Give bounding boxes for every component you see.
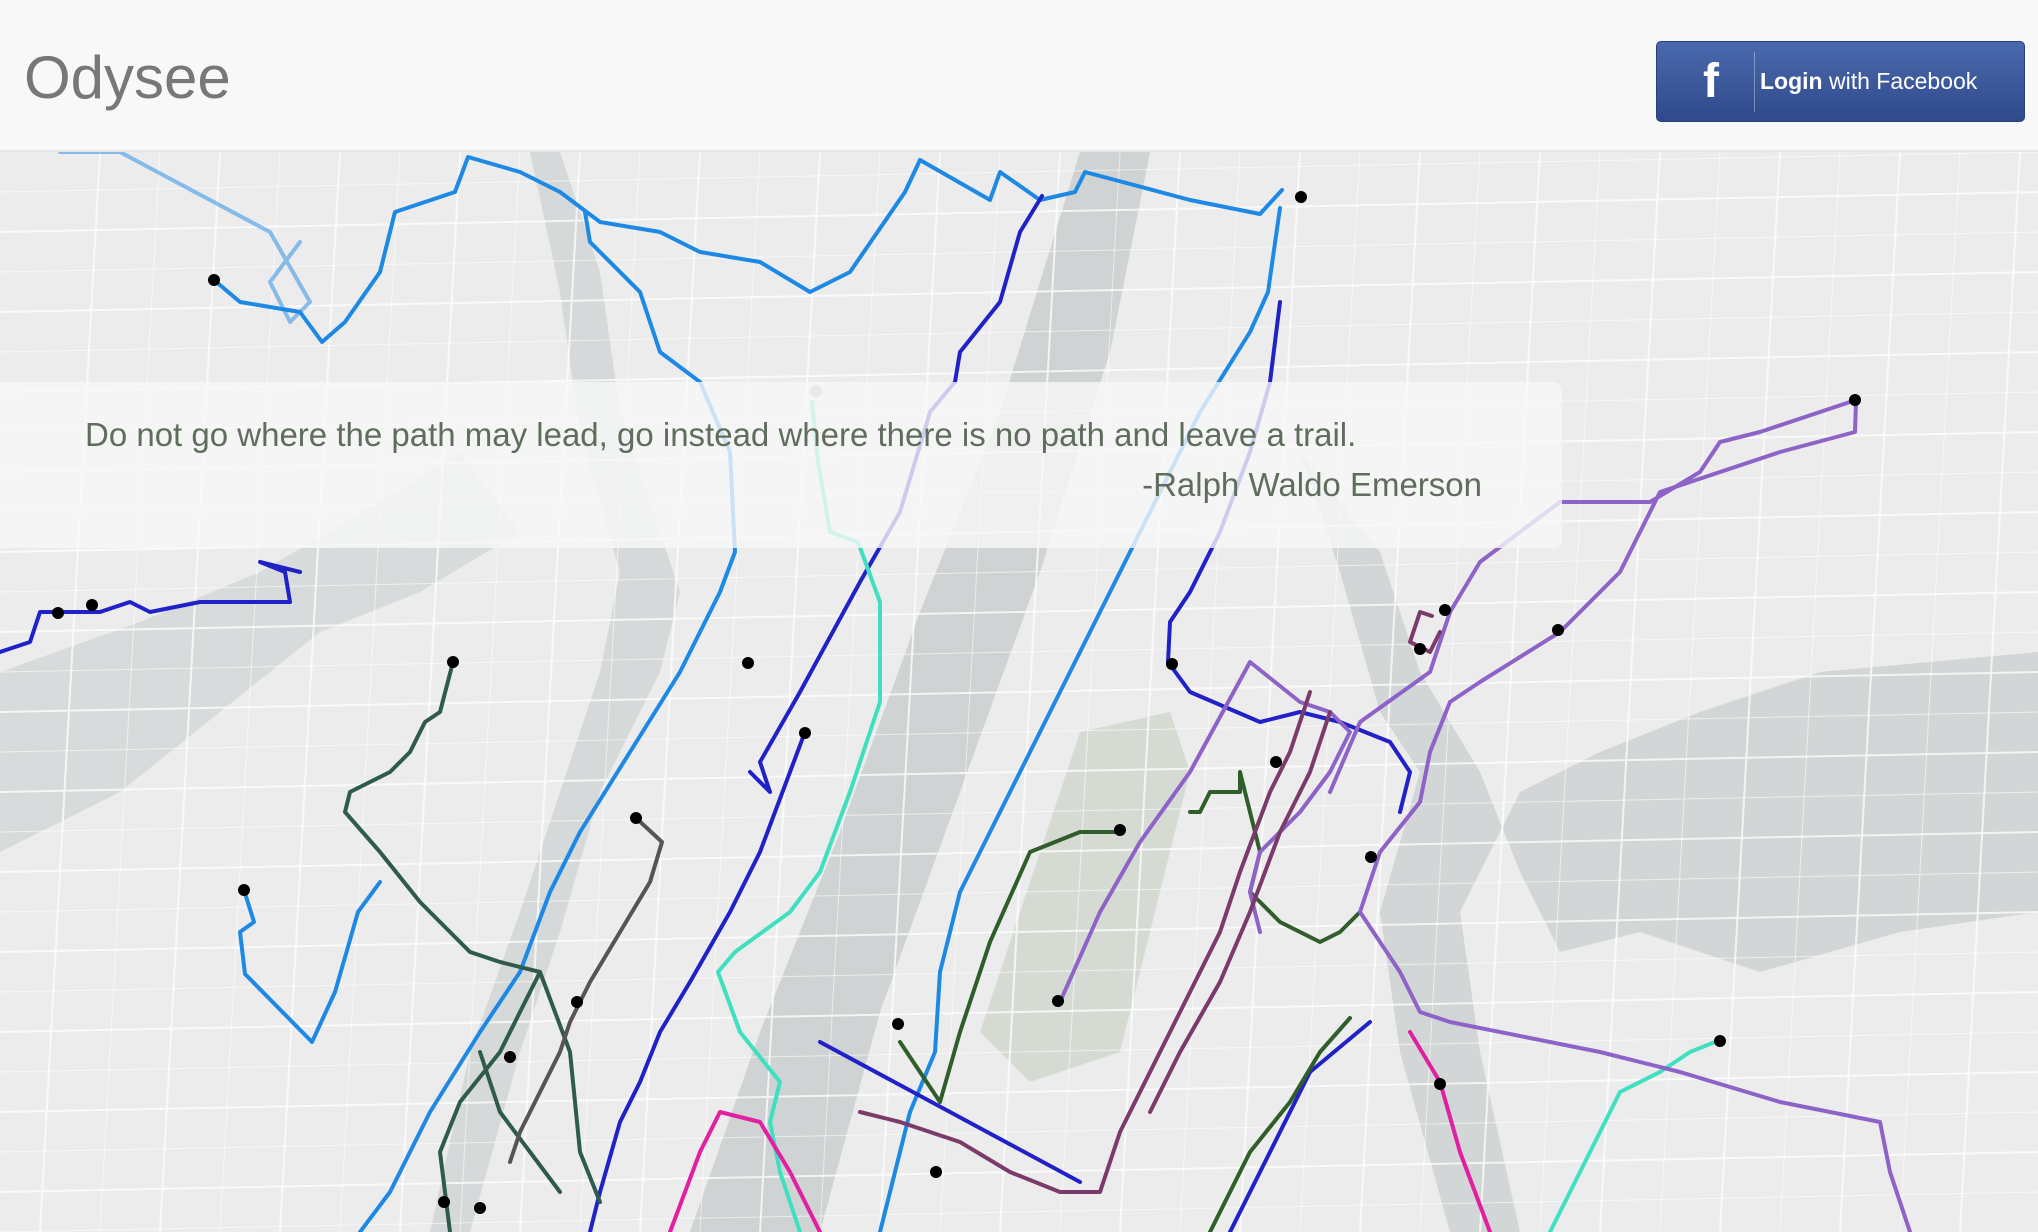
trail-point[interactable] xyxy=(1295,191,1307,203)
trail-point[interactable] xyxy=(1114,824,1126,836)
trail-point[interactable] xyxy=(438,1196,450,1208)
trail-point[interactable] xyxy=(799,727,811,739)
route-map[interactable]: Do not go where the path may lead, go in… xyxy=(0,152,2038,1232)
login-label-rest: with Facebook xyxy=(1822,68,1978,94)
trail-point[interactable] xyxy=(208,274,220,286)
trail-point[interactable] xyxy=(892,1018,904,1030)
quote-banner: Do not go where the path may lead, go in… xyxy=(0,382,1562,548)
trail-point[interactable] xyxy=(52,607,64,619)
quote-text: Do not go where the path may lead, go in… xyxy=(85,416,1357,453)
trail-point[interactable] xyxy=(447,656,459,668)
quote-author: -Ralph Waldo Emerson xyxy=(1142,466,1482,503)
trail-point[interactable] xyxy=(1849,394,1861,406)
trail-point[interactable] xyxy=(1434,1078,1446,1090)
trail-point[interactable] xyxy=(1052,995,1064,1007)
trail-point[interactable] xyxy=(1365,851,1377,863)
button-divider xyxy=(1754,52,1755,112)
navbar: Odysee f Login with Facebook xyxy=(0,0,2038,152)
trail-point[interactable] xyxy=(1714,1035,1726,1047)
login-label-bold: Login xyxy=(1760,68,1823,94)
trail-point[interactable] xyxy=(238,884,250,896)
trail-point[interactable] xyxy=(1439,604,1451,616)
trail-point[interactable] xyxy=(1552,624,1564,636)
trail-point[interactable] xyxy=(1270,756,1282,768)
login-with-facebook-button[interactable]: f Login with Facebook xyxy=(1656,41,2025,122)
trail-point[interactable] xyxy=(930,1166,942,1178)
trail-point[interactable] xyxy=(474,1202,486,1214)
trail-point[interactable] xyxy=(1414,643,1426,655)
login-button-label: Login with Facebook xyxy=(1760,66,1977,96)
trail-point[interactable] xyxy=(86,599,98,611)
trail-point[interactable] xyxy=(742,657,754,669)
trail-point[interactable] xyxy=(630,812,642,824)
map-canvas[interactable] xyxy=(0,152,2038,1232)
trail-point[interactable] xyxy=(571,996,583,1008)
trail-point[interactable] xyxy=(504,1051,516,1063)
facebook-icon: f xyxy=(1703,55,1719,108)
brand-title[interactable]: Odysee xyxy=(24,48,231,108)
trail-point[interactable] xyxy=(1166,658,1178,670)
